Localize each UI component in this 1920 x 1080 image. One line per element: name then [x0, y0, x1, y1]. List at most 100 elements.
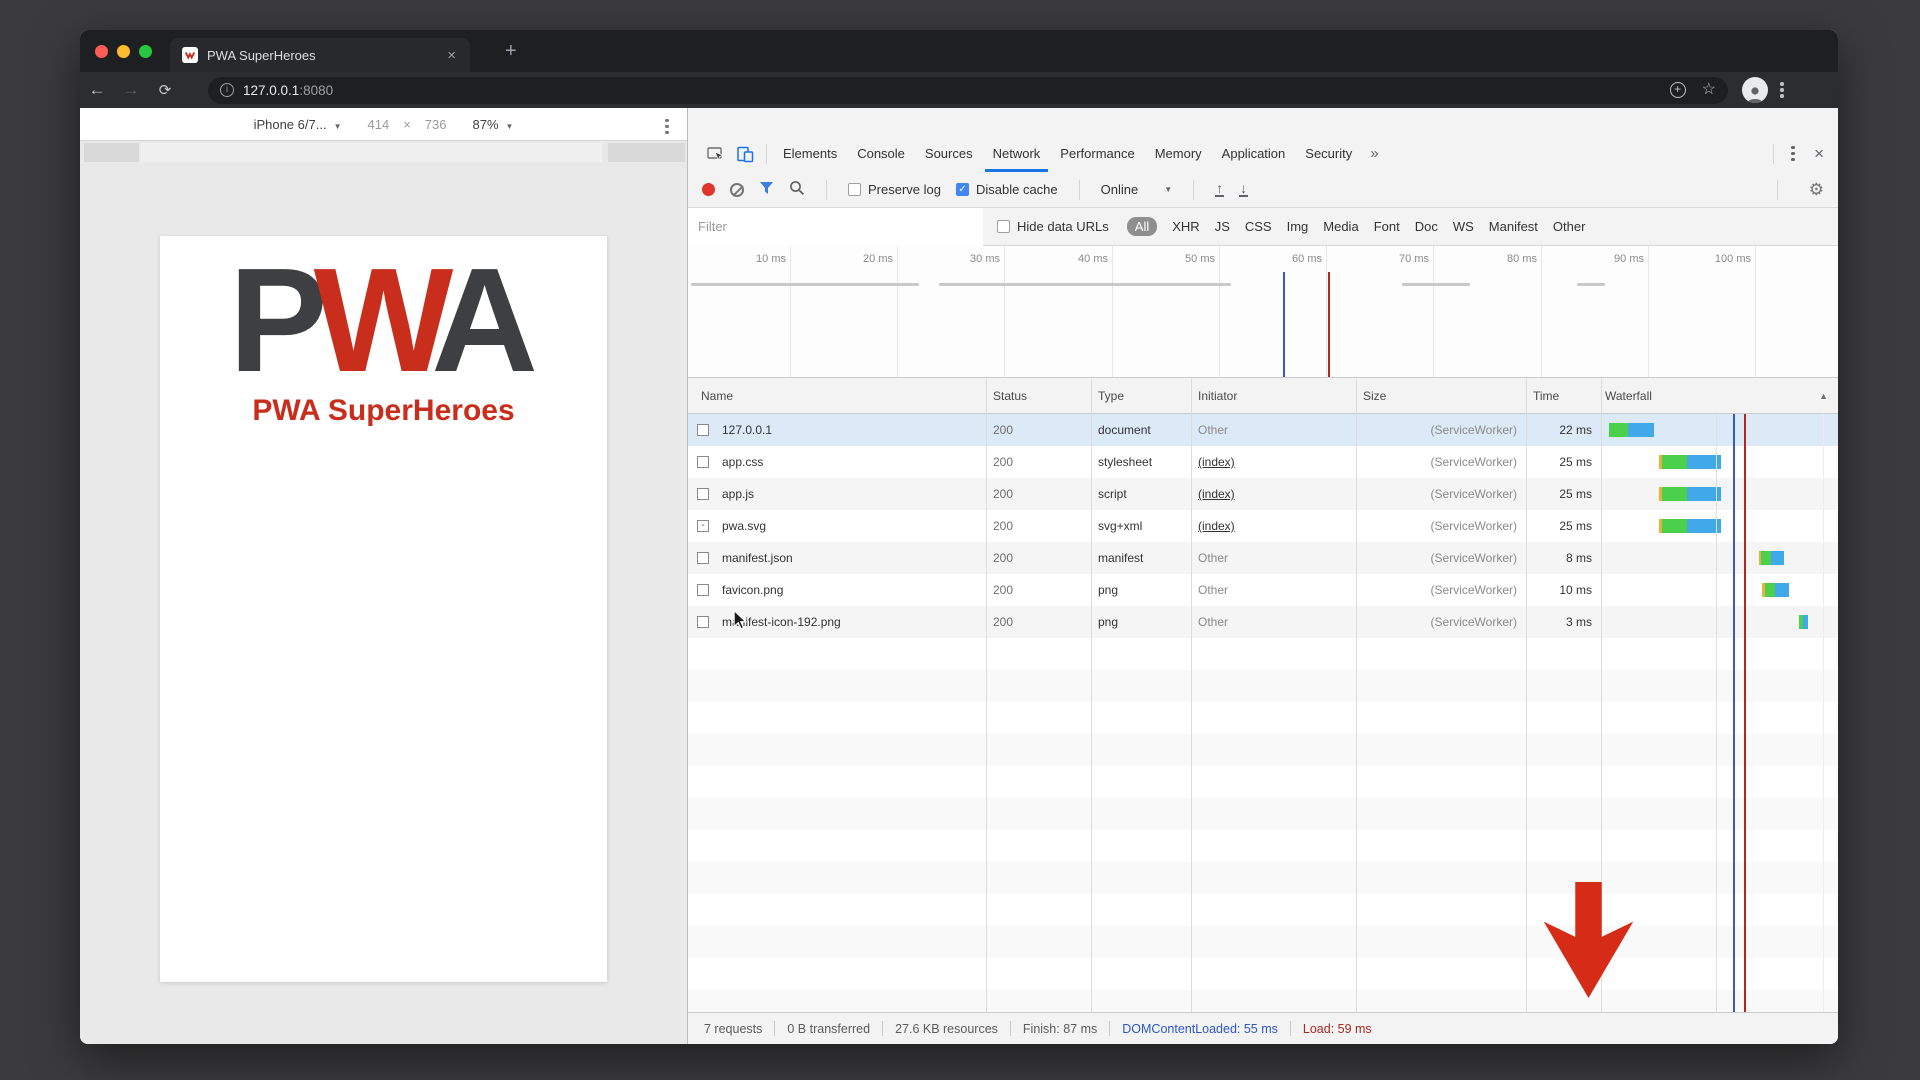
export-har-icon[interactable]: ↓	[1239, 182, 1248, 197]
waterfall-cell	[1601, 542, 1838, 574]
sort-ascending-icon: ▲	[1819, 391, 1828, 401]
new-tab-button[interactable]: +	[505, 40, 517, 63]
traffic-light-minimize[interactable]	[117, 45, 130, 58]
request-checkbox[interactable]: -	[697, 520, 709, 532]
devtools-tab-security[interactable]: Security	[1295, 135, 1362, 172]
filter-chip-all[interactable]: All	[1127, 217, 1157, 236]
filter-chip-xhr[interactable]: XHR	[1172, 219, 1199, 234]
initiator-link[interactable]: (index)	[1191, 455, 1356, 469]
preserve-log-checkbox[interactable]: Preserve log	[848, 182, 941, 197]
network-settings-gear-icon[interactable]: ⚙	[1809, 180, 1824, 200]
initiator-link[interactable]: (index)	[1191, 519, 1356, 533]
profile-avatar[interactable]	[1742, 77, 1768, 103]
record-button[interactable]	[702, 183, 715, 196]
device-zoom-select[interactable]: 87%▼	[472, 117, 513, 132]
request-checkbox[interactable]	[697, 584, 709, 596]
filter-chip-ws[interactable]: WS	[1453, 219, 1474, 234]
filter-toggle-icon[interactable]	[759, 181, 774, 198]
pwa-logo: PWA	[160, 252, 607, 390]
reload-button[interactable]: ⟳	[148, 81, 182, 99]
device-toolbar-menu-icon[interactable]	[665, 116, 669, 137]
throttling-select[interactable]: Online▼	[1101, 182, 1173, 197]
devtools-tab-console[interactable]: Console	[847, 135, 915, 172]
column-separator[interactable]	[1356, 378, 1357, 1012]
device-toolbar-toggle-icon[interactable]	[730, 145, 760, 163]
address-toolbar: ← → ⟳ i 127.0.0.1:8080 + ☆	[80, 72, 1838, 108]
filter-chip-js[interactable]: JS	[1215, 219, 1230, 234]
traffic-light-zoom[interactable]	[139, 45, 152, 58]
column-header-initiator[interactable]: Initiator	[1191, 389, 1356, 403]
devtools-tab-sources[interactable]: Sources	[915, 135, 983, 172]
filter-chip-font[interactable]: Font	[1374, 219, 1400, 234]
column-header-status[interactable]: Status	[986, 389, 1091, 403]
overview-request-bar	[1402, 283, 1470, 286]
filter-chip-doc[interactable]: Doc	[1415, 219, 1438, 234]
filter-chip-img[interactable]: Img	[1287, 219, 1309, 234]
browser-tab[interactable]: PWA SuperHeroes ×	[170, 38, 470, 72]
device-dimensions[interactable]: 414 × 736	[367, 117, 446, 132]
page-info-icon[interactable]: i	[220, 83, 234, 97]
devtools-close-icon[interactable]: ×	[1806, 144, 1838, 164]
network-filter-row: Hide data URLs All XHR JS CSS Img Media Font Do…	[688, 208, 1838, 246]
hide-data-urls-checkbox[interactable]: Hide data URLs	[997, 219, 1109, 234]
initiator-link[interactable]: (index)	[1191, 487, 1356, 501]
column-header-size[interactable]: Size	[1356, 389, 1526, 403]
table-row[interactable]: manifest-icon-192.png 200 png Other (Ser…	[688, 606, 1838, 638]
column-separator[interactable]	[1091, 378, 1092, 1012]
waterfall-bar-segment	[1771, 551, 1784, 565]
back-button[interactable]: ←	[80, 80, 114, 100]
column-separator[interactable]	[986, 378, 987, 1012]
column-header-name[interactable]: Name	[688, 389, 986, 403]
overview-band[interactable]: 10 ms20 ms30 ms40 ms50 ms60 ms70 ms80 ms…	[688, 246, 1838, 378]
device-viewport: PWA PWA SuperHeroes	[160, 236, 607, 982]
table-row[interactable]: app.css 200 stylesheet (index) (ServiceW…	[688, 446, 1838, 478]
table-row[interactable]: -pwa.svg 200 svg+xml (index) (ServiceWor…	[688, 510, 1838, 542]
request-checkbox[interactable]	[697, 424, 709, 436]
bookmark-star-icon[interactable]: ☆	[1702, 82, 1716, 98]
column-header-waterfall[interactable]: Waterfall ▲	[1601, 378, 1838, 413]
filter-input[interactable]	[688, 208, 983, 246]
request-checkbox[interactable]	[697, 456, 709, 468]
column-header-type[interactable]: Type	[1091, 389, 1191, 403]
import-har-icon[interactable]: ↑	[1215, 182, 1224, 197]
inspect-element-icon[interactable]	[700, 145, 730, 162]
filter-chip-other[interactable]: Other	[1553, 219, 1586, 234]
devtools-tab-network[interactable]: Network	[983, 135, 1051, 172]
traffic-light-close[interactable]	[95, 45, 108, 58]
table-row[interactable]: manifest.json 200 manifest Other (Servic…	[688, 542, 1838, 574]
device-emulation-pane: iPhone 6/7...▼ 414 × 736 87%▼ PWA PWA Su…	[80, 108, 687, 1044]
device-width-field[interactable]: 414	[367, 117, 389, 132]
devtools-tab-memory[interactable]: Memory	[1145, 135, 1212, 172]
zoom-icon[interactable]: +	[1670, 82, 1686, 98]
filter-chip-manifest[interactable]: Manifest	[1489, 219, 1538, 234]
devtools-tab-performance[interactable]: Performance	[1050, 135, 1144, 172]
request-checkbox[interactable]	[697, 616, 709, 628]
tab-close-icon[interactable]: ×	[445, 48, 458, 63]
filter-chip-css[interactable]: CSS	[1245, 219, 1272, 234]
waterfall-gridline	[1716, 414, 1717, 1012]
search-icon[interactable]	[789, 180, 805, 199]
divider	[1193, 180, 1194, 200]
device-height-field[interactable]: 736	[425, 117, 447, 132]
devtools-tab-strip: ElementsConsoleSourcesNetworkPerformance…	[773, 135, 1362, 172]
device-select[interactable]: iPhone 6/7...▼	[254, 117, 342, 132]
more-tabs-icon[interactable]: »	[1362, 145, 1386, 162]
devtools-menu-icon[interactable]	[1780, 143, 1806, 164]
table-row[interactable]: app.js 200 script (index) (ServiceWorker…	[688, 478, 1838, 510]
address-bar[interactable]: i 127.0.0.1:8080 + ☆	[208, 77, 1728, 104]
request-checkbox[interactable]	[697, 552, 709, 564]
browser-menu-icon[interactable]	[1780, 80, 1784, 101]
column-separator[interactable]	[1191, 378, 1192, 1012]
filter-chip-media[interactable]: Media	[1323, 219, 1358, 234]
column-separator[interactable]	[1526, 378, 1527, 1012]
column-header-time[interactable]: Time	[1526, 389, 1601, 403]
request-checkbox[interactable]	[697, 488, 709, 500]
table-row[interactable]: favicon.png 200 png Other (ServiceWorker…	[688, 574, 1838, 606]
clear-button[interactable]	[730, 183, 744, 197]
devtools-tab-application[interactable]: Application	[1212, 135, 1296, 172]
devtools-tab-elements[interactable]: Elements	[773, 135, 847, 172]
disable-cache-checkbox[interactable]: ✓Disable cache	[956, 182, 1058, 197]
forward-button[interactable]: →	[114, 80, 148, 100]
mouse-cursor-icon	[732, 610, 748, 630]
table-row[interactable]: 127.0.0.1 200 document Other (ServiceWor…	[688, 414, 1838, 446]
